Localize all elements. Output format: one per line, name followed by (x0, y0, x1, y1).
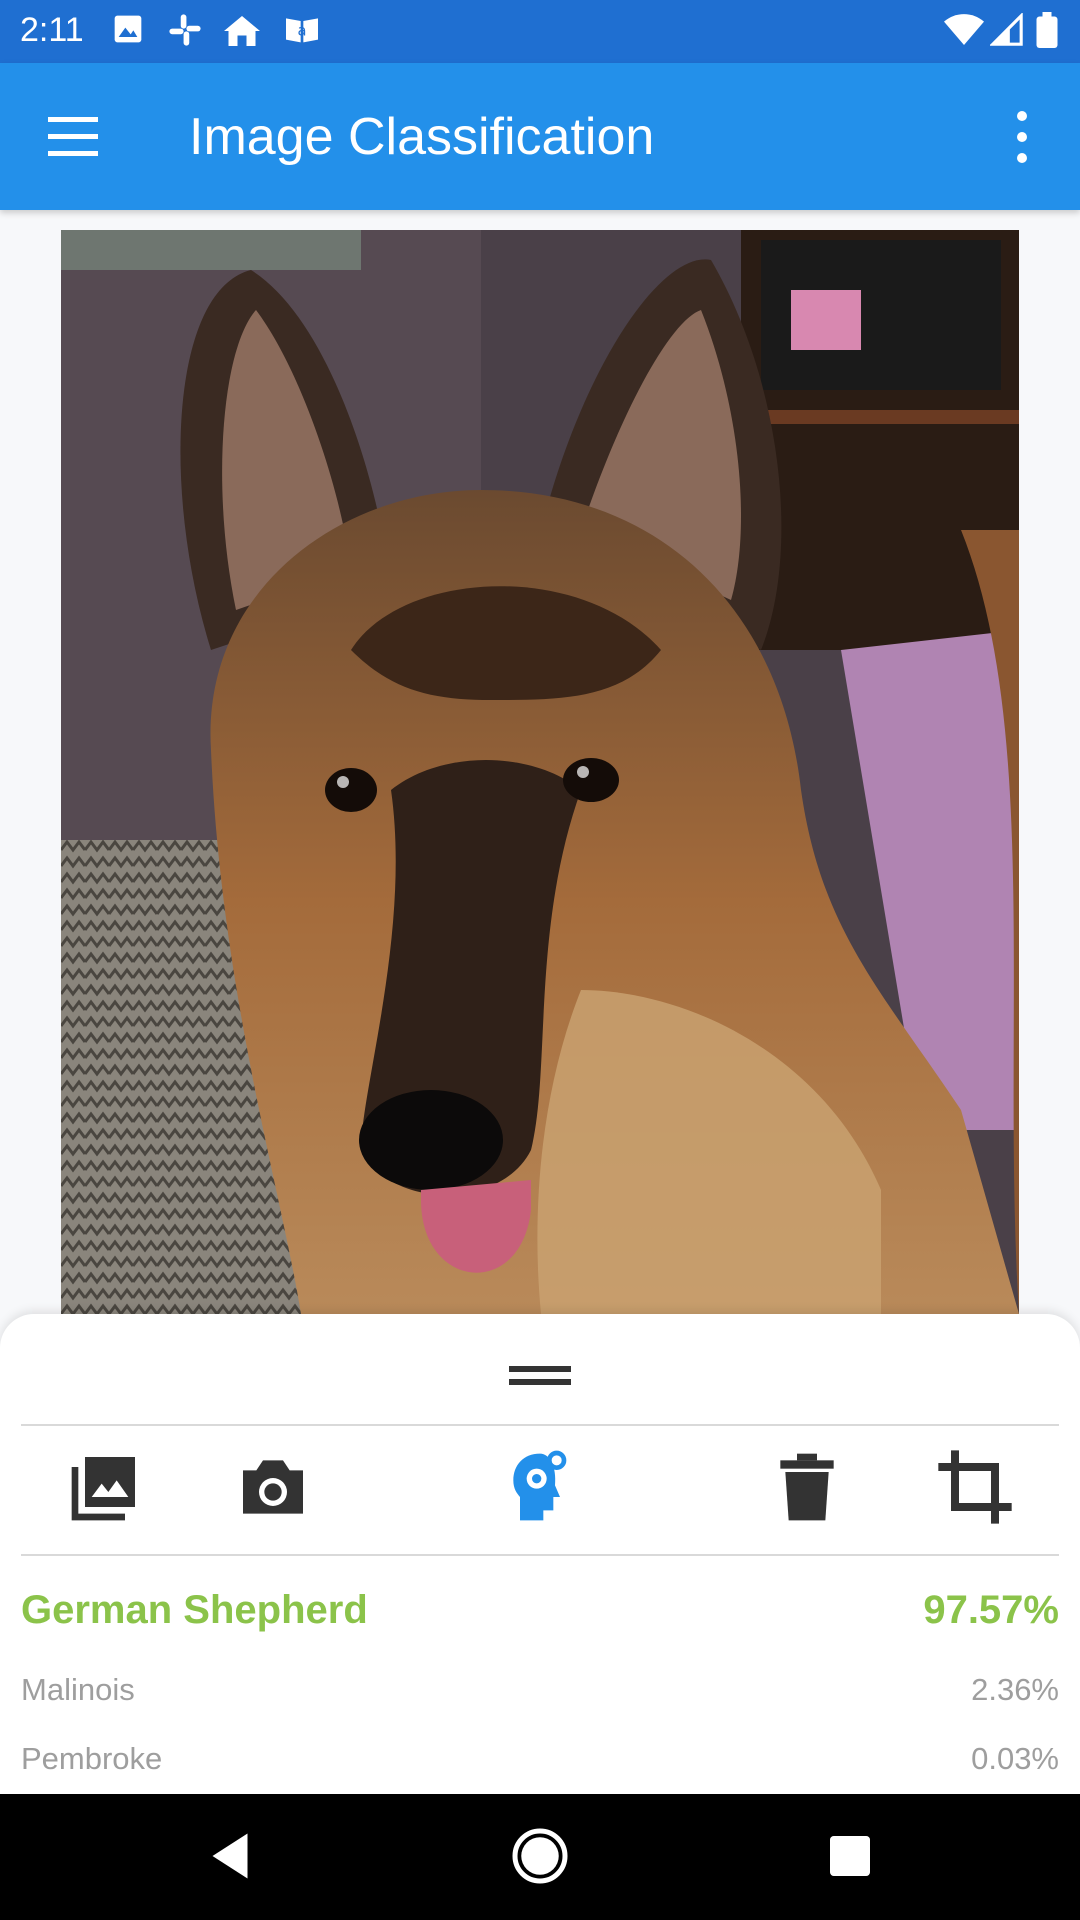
app-bar: Image Classification (0, 63, 1080, 210)
head-gear-icon (513, 1450, 567, 1521)
bottom-sheet: German Shepherd 97.57% Malinois 2.36% Pe… (0, 1314, 1080, 1794)
battery-icon (1036, 12, 1058, 48)
delete-button[interactable] (767, 1447, 847, 1527)
result-confidence: 0.03% (971, 1741, 1059, 1776)
more-vertical-icon[interactable] (1000, 107, 1044, 167)
recents-square-icon[interactable] (820, 1826, 880, 1886)
home-circle-icon[interactable] (510, 1826, 570, 1886)
camera-button[interactable] (233, 1447, 313, 1527)
wifi-icon (944, 14, 984, 45)
dog-photo (61, 230, 1019, 1314)
amazon-kindle-icon: a (286, 18, 318, 43)
trash-icon (780, 1453, 834, 1521)
image-icon (114, 15, 142, 43)
dog-illustration (61, 230, 1019, 1314)
crop-button[interactable] (935, 1447, 1015, 1527)
crop-icon (938, 1450, 1012, 1524)
photo-library-icon (71, 1457, 135, 1521)
gallery-button[interactable] (65, 1447, 145, 1527)
result-label: Pembroke (21, 1741, 163, 1776)
svg-text:a: a (298, 23, 307, 40)
status-bar: 2:11 a (0, 0, 1080, 63)
page-title: Image Classification (189, 108, 655, 166)
result-label: German Shepherd (21, 1588, 368, 1632)
result-label: Malinois (21, 1672, 135, 1707)
classify-button[interactable] (500, 1447, 580, 1527)
slack-icon (169, 14, 201, 46)
status-time: 2:11 (20, 11, 84, 49)
camera-icon (243, 1460, 303, 1514)
drag-handle[interactable] (509, 1366, 571, 1392)
signal-icon (990, 13, 1023, 46)
result-confidence: 2.36% (971, 1672, 1059, 1707)
back-icon[interactable] (200, 1826, 260, 1886)
hamburger-menu-icon[interactable] (40, 109, 106, 165)
result-confidence: 97.57% (923, 1588, 1059, 1632)
home-icon (224, 16, 260, 46)
navigation-bar (0, 1794, 1080, 1920)
divider (21, 1554, 1059, 1556)
divider (21, 1424, 1059, 1426)
